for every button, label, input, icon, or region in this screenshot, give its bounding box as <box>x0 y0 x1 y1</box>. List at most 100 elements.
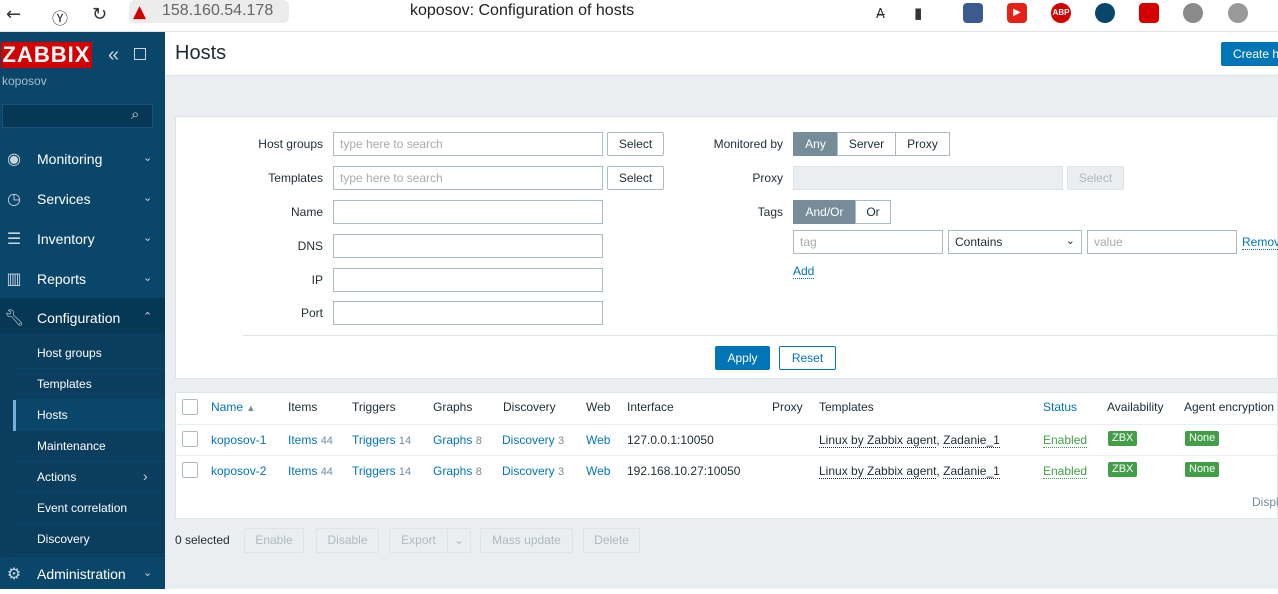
row-checkbox[interactable] <box>182 462 198 478</box>
extension-4-icon[interactable] <box>1095 3 1115 23</box>
extension-1-icon[interactable] <box>963 3 983 23</box>
tag-operator-select[interactable]: Contains ⌄ <box>948 230 1082 254</box>
column-discovery: Discovery <box>503 400 556 414</box>
host-name-link[interactable]: koposov-2 <box>211 464 266 478</box>
monitored-by-proxy[interactable]: Proxy <box>895 132 950 156</box>
menu-label: Reports <box>37 271 87 287</box>
chevron-down-icon: ⌄ <box>453 533 465 547</box>
template-link[interactable]: Linux by Zabbix agent <box>819 433 937 448</box>
table-row: koposov-1 Items 44 Triggers 14 Graphs 8 … <box>176 424 1278 455</box>
graphs-link[interactable]: Graphs 8 <box>433 433 482 447</box>
paging-display-text: Displa <box>1252 495 1278 509</box>
globe-icon[interactable] <box>1183 3 1203 23</box>
menu-inventory[interactable]: ☰ Inventory ⌄ <box>0 219 165 259</box>
create-host-button[interactable]: Create h <box>1221 42 1278 66</box>
monitored-by-any[interactable]: Any <box>793 132 838 156</box>
bookmark-icon[interactable]: ▮ <box>914 4 922 22</box>
submenu-host-groups[interactable]: Host groups <box>15 338 165 369</box>
back-arrow-icon[interactable]: ← <box>6 4 21 25</box>
tags-label: Tags <box>757 205 783 219</box>
collapse-sidebar-icon[interactable]: « <box>108 44 119 67</box>
host-groups-select-button[interactable]: Select <box>607 132 664 156</box>
remove-tag-link[interactable]: Remov <box>1242 235 1278 250</box>
triggers-link[interactable]: Triggers 14 <box>352 433 411 447</box>
tags-and-or[interactable]: And/Or <box>793 200 856 224</box>
templates-select-button[interactable]: Select <box>607 166 664 190</box>
wrench-icon: 🔧︎ <box>4 310 25 327</box>
list-icon: ☰ <box>6 231 22 248</box>
submenu-maintenance[interactable]: Maintenance <box>15 431 165 462</box>
submenu-discovery[interactable]: Discovery <box>15 524 165 555</box>
submenu-label: Hosts <box>37 408 68 422</box>
submenu-hosts[interactable]: Hosts <box>13 400 165 431</box>
submenu-label: Event correlation <box>37 501 128 515</box>
warning-icon[interactable]: ▲ <box>133 2 146 22</box>
host-groups-input[interactable]: type here to search <box>333 132 603 156</box>
dns-input[interactable] <box>333 234 603 258</box>
submenu-event-correlation[interactable]: Event correlation <box>15 493 165 524</box>
tag-value-input[interactable]: value <box>1087 230 1237 254</box>
submenu-actions[interactable]: Actions › <box>15 462 165 493</box>
row-checkbox[interactable] <box>182 431 198 447</box>
ip-input[interactable] <box>333 268 603 292</box>
submenu-label: Host groups <box>37 346 102 360</box>
menu-reports[interactable]: ▥ Reports ⌄ <box>0 259 165 299</box>
reset-button[interactable]: Reset <box>779 346 836 370</box>
gear-icon: ⚙ <box>6 566 22 583</box>
chevron-up-icon: ⌃ <box>143 311 153 323</box>
tag-input[interactable]: tag <box>793 230 943 254</box>
yandex-icon[interactable]: Ⓨ <box>52 5 68 29</box>
menu-services[interactable]: ◷ Services ⌄ <box>0 179 165 219</box>
column-name[interactable]: Name ▲ <box>211 400 255 414</box>
host-name-link[interactable]: koposov-1 <box>211 433 266 447</box>
menu-monitoring[interactable]: ◉ Monitoring ⌄ <box>0 139 165 179</box>
triggers-link[interactable]: Triggers 14 <box>352 464 411 478</box>
templates-input[interactable]: type here to search <box>333 166 603 190</box>
url-text[interactable]: 158.160.54.178 <box>162 2 273 20</box>
translate-icon[interactable]: A̶ <box>876 7 885 22</box>
kiosk-mode-icon[interactable] <box>134 48 146 60</box>
items-link[interactable]: Items 44 <box>288 464 333 478</box>
web-link[interactable]: Web <box>586 433 610 447</box>
template-link[interactable]: Zadanie_1 <box>943 464 1000 479</box>
filter-panel: Host groups type here to search Select T… <box>175 116 1278 379</box>
template-link[interactable]: Zadanie_1 <box>943 433 1000 448</box>
extension-7-icon[interactable] <box>1228 3 1248 23</box>
apply-button[interactable]: Apply <box>715 346 770 370</box>
menu-configuration[interactable]: 🔧︎ Configuration ⌃ <box>0 298 165 338</box>
extension-5-icon[interactable] <box>1139 3 1159 23</box>
menu-administration[interactable]: ⚙ Administration ⌄ <box>0 554 165 594</box>
abp-icon[interactable]: ABP <box>1051 3 1071 23</box>
sort-asc-icon: ▲ <box>246 403 256 413</box>
column-triggers: Triggers <box>352 400 396 414</box>
submenu-label: Templates <box>37 377 92 391</box>
table-row: koposov-2 Items 44 Triggers 14 Graphs 8 … <box>176 455 1278 486</box>
encryption-badge: None <box>1185 462 1220 477</box>
status-toggle[interactable]: Enabled <box>1043 433 1088 448</box>
name-input[interactable] <box>333 200 603 224</box>
add-tag-link[interactable]: Add <box>793 264 815 279</box>
port-input[interactable] <box>333 301 603 325</box>
delete-button: Delete <box>583 528 640 553</box>
tags-or[interactable]: Or <box>855 200 891 224</box>
disable-button: Disable <box>316 528 379 553</box>
discovery-link[interactable]: Discovery 3 <box>502 433 564 447</box>
select-all-checkbox[interactable] <box>182 399 198 415</box>
items-link[interactable]: Items 44 <box>288 433 333 447</box>
host-groups-label: Host groups <box>258 137 323 151</box>
discovery-link[interactable]: Discovery 3 <box>502 464 564 478</box>
reload-icon[interactable]: ↻ <box>92 4 107 25</box>
search-icon[interactable]: ⌕ <box>131 106 139 123</box>
mass-update-button: Mass update <box>480 528 573 553</box>
youtube-icon[interactable]: ▶ <box>1007 3 1027 23</box>
template-link[interactable]: Linux by Zabbix agent <box>819 464 937 479</box>
column-interface: Interface <box>627 400 674 414</box>
status-toggle[interactable]: Enabled <box>1043 464 1088 479</box>
zabbix-logo[interactable]: ZABBIX <box>1 42 92 68</box>
web-link[interactable]: Web <box>586 464 610 478</box>
graphs-link[interactable]: Graphs 8 <box>433 464 482 478</box>
monitored-by-server[interactable]: Server <box>837 132 896 156</box>
column-status[interactable]: Status <box>1043 400 1077 414</box>
submenu-templates[interactable]: Templates <box>15 369 165 400</box>
chevron-down-icon: ⌄ <box>143 567 153 579</box>
